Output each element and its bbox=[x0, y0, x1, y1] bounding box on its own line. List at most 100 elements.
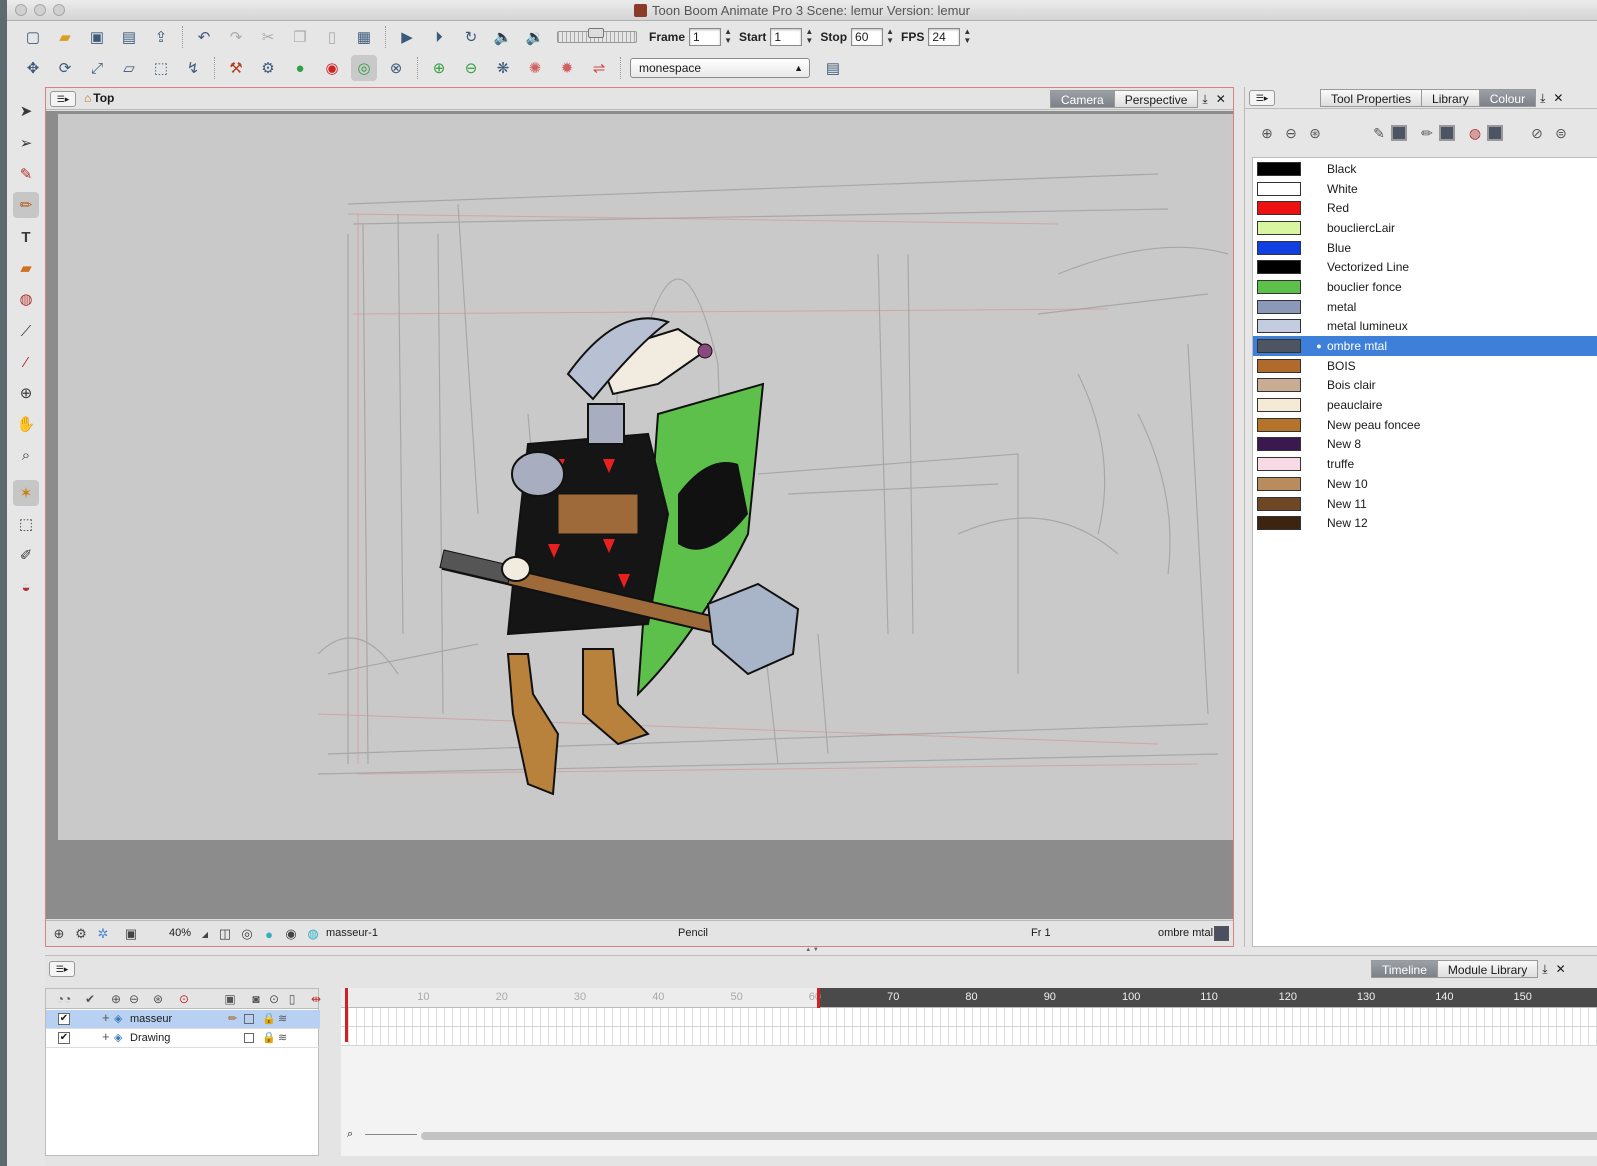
colour-row[interactable]: Vectorized Line bbox=[1253, 257, 1597, 277]
pencil-tool-icon[interactable]: ✏ bbox=[13, 192, 39, 218]
timeline-zoom-slider[interactable] bbox=[365, 1131, 417, 1135]
remove-colour-icon[interactable]: ⊖ bbox=[1281, 123, 1301, 143]
onion-toggle-icon[interactable]: ⊙ bbox=[266, 991, 282, 1007]
maintain-size-icon[interactable]: ⬚ bbox=[148, 55, 174, 81]
zoom-tool-icon[interactable]: ⌕ bbox=[13, 442, 39, 468]
tab-menu-icon[interactable]: ⤓ bbox=[1538, 960, 1551, 978]
loop-icon[interactable]: ↻ bbox=[458, 24, 484, 50]
colour-toggle-icon[interactable]: ▯ bbox=[284, 991, 300, 1007]
expand-icon[interactable]: + bbox=[102, 1029, 110, 1044]
view-breadcrumb[interactable]: ⌂ Top bbox=[84, 91, 114, 105]
expand-icon[interactable]: + bbox=[102, 1010, 110, 1025]
split-icon[interactable]: ⇹ bbox=[308, 991, 324, 1007]
colour-swatch[interactable] bbox=[1257, 201, 1301, 216]
start-field[interactable]: 1 bbox=[770, 28, 803, 46]
colour-swatch[interactable] bbox=[1257, 220, 1301, 235]
stage-area[interactable] bbox=[58, 114, 1233, 840]
show-all-icon[interactable]: ◔◔ bbox=[56, 991, 72, 1007]
brush-colour-swatch[interactable] bbox=[1439, 125, 1455, 141]
colour-row[interactable]: New 11 bbox=[1253, 494, 1597, 514]
tab-perspective[interactable]: Perspective bbox=[1113, 90, 1199, 108]
layer-row[interactable]: ✔ + ◈ Drawing 🔒 ≋ bbox=[46, 1029, 320, 1048]
enable-all-icon[interactable]: ✔ bbox=[82, 991, 98, 1007]
colour-swatch[interactable] bbox=[1257, 516, 1301, 531]
lock-icon[interactable]: 🔒 bbox=[262, 1031, 276, 1044]
motion-icon[interactable]: ✺ bbox=[522, 55, 548, 81]
bone-icon[interactable]: ⚒ bbox=[223, 55, 249, 81]
gear-icon[interactable]: ⚙ bbox=[72, 925, 90, 943]
workspace-select[interactable]: monespace ▲ bbox=[630, 58, 810, 78]
colour-swatch[interactable] bbox=[1257, 161, 1301, 176]
reset-view-icon[interactable]: ⊕ bbox=[50, 925, 68, 943]
colour-swatch[interactable] bbox=[1257, 279, 1301, 294]
add-peg-icon[interactable]: ⊛ bbox=[150, 991, 166, 1007]
contour-editor-icon[interactable]: ➢ bbox=[13, 130, 39, 156]
paint-tool-icon[interactable]: ◍ bbox=[13, 286, 39, 312]
workspace-manager-icon[interactable]: ▤ bbox=[820, 55, 846, 81]
skew-icon[interactable]: ▱ bbox=[116, 55, 142, 81]
undo-icon[interactable]: ↶ bbox=[191, 24, 217, 50]
playback-speed-slider[interactable] bbox=[557, 28, 637, 43]
toggle-1-icon[interactable]: ◫ bbox=[216, 925, 234, 943]
lock-icon[interactable]: 🔒 bbox=[262, 1012, 276, 1025]
panel-menu-icon[interactable]: ☰▸ bbox=[1249, 90, 1275, 106]
frame-ruler[interactable]: 10 20 30 40 50 60 70 80 90 100 110 120 130 140 150 bbox=[341, 988, 1597, 1008]
timeline-menu-icon[interactable]: ☰▸ bbox=[49, 961, 75, 977]
tab-library[interactable]: Library bbox=[1421, 89, 1480, 107]
lock-toggle-icon[interactable]: ◙ bbox=[248, 991, 264, 1007]
frame-row-masseur[interactable] bbox=[341, 1008, 1597, 1027]
save-as-icon[interactable]: ▤ bbox=[116, 24, 142, 50]
line-tool-icon[interactable]: ⟋ bbox=[13, 318, 39, 344]
colour-row[interactable]: ● ombre mtal bbox=[1253, 336, 1597, 356]
eraser-tool-icon[interactable]: ▰ bbox=[13, 255, 39, 281]
colour-row[interactable]: truffe bbox=[1253, 454, 1597, 474]
slider-knob[interactable] bbox=[588, 28, 604, 38]
colour-swatch[interactable] bbox=[1257, 181, 1301, 196]
record-icon[interactable]: ◉ bbox=[319, 55, 345, 81]
fps-stepper[interactable]: ▲ ▼ bbox=[962, 27, 972, 47]
layer-row[interactable]: ✔ + ◈ masseur ✏ 🔒 ≋ bbox=[46, 1010, 320, 1029]
redo-icon[interactable]: ↷ bbox=[223, 24, 249, 50]
colour-swatch[interactable] bbox=[1257, 378, 1301, 393]
tab-module-library[interactable]: Module Library bbox=[1436, 960, 1539, 978]
stop-stepper[interactable]: ▲ ▼ bbox=[885, 27, 895, 47]
colour-swatch[interactable] bbox=[1257, 457, 1301, 472]
colour-row[interactable]: boucliercLair bbox=[1253, 218, 1597, 238]
save-icon[interactable]: ▣ bbox=[84, 24, 110, 50]
animate-tool-icon[interactable]: ✶ bbox=[13, 480, 39, 506]
timeline-zoom-icon[interactable]: ⌕ bbox=[347, 1128, 353, 1141]
add-effect-icon[interactable]: ⊙ bbox=[176, 991, 192, 1007]
tab-camera[interactable]: Camera bbox=[1050, 90, 1115, 108]
colour-row[interactable]: Blue bbox=[1253, 238, 1597, 258]
playhead[interactable] bbox=[345, 988, 348, 1042]
toggle-3-icon[interactable]: ● bbox=[260, 925, 278, 943]
import-icon[interactable]: ⇪ bbox=[148, 24, 174, 50]
sound-icon[interactable]: 🔈 bbox=[490, 24, 516, 50]
fps-field[interactable]: 24 bbox=[928, 28, 961, 46]
ease-icon[interactable]: ❋ bbox=[490, 55, 516, 81]
line-colour-icon[interactable]: ✎ bbox=[1369, 123, 1389, 143]
colour-row[interactable]: peauclaire bbox=[1253, 395, 1597, 415]
frame-stepper[interactable]: ▲ ▼ bbox=[723, 27, 733, 47]
remove-layer-icon[interactable]: ⊖ bbox=[126, 991, 142, 1007]
splitter-handle[interactable]: ▲ ▼ bbox=[787, 947, 837, 954]
kinematic-icon[interactable]: ⚙ bbox=[255, 55, 281, 81]
layer-stack-icon[interactable]: ≋ bbox=[278, 1031, 287, 1044]
colour-row[interactable]: New 12 bbox=[1253, 513, 1597, 533]
colour-swatch[interactable] bbox=[1257, 299, 1301, 314]
layer-enabled-checkbox[interactable]: ✔ bbox=[58, 1013, 70, 1025]
toggle-2-icon[interactable]: ◎ bbox=[238, 925, 256, 943]
colour-swatch[interactable] bbox=[1257, 240, 1301, 255]
close-view-icon[interactable]: ✕ bbox=[1212, 90, 1230, 108]
colour-row[interactable]: New peau foncee bbox=[1253, 415, 1597, 435]
transform-icon[interactable]: ✥ bbox=[20, 55, 46, 81]
brush-tool-icon[interactable]: ✎ bbox=[13, 161, 39, 187]
colour-row[interactable]: bouclier fonce bbox=[1253, 277, 1597, 297]
toggle-4-icon[interactable]: ◉ bbox=[282, 925, 300, 943]
zoom-dropdown-icon[interactable]: ◢ bbox=[196, 925, 214, 943]
render-preview-icon[interactable]: ✲ bbox=[94, 925, 112, 943]
tab-colour[interactable]: Colour bbox=[1478, 89, 1537, 107]
frame-row-drawing[interactable] bbox=[341, 1027, 1597, 1046]
spline-offset-icon[interactable]: ↯ bbox=[180, 55, 206, 81]
tab-menu-icon[interactable]: ⤓ bbox=[1198, 90, 1211, 108]
